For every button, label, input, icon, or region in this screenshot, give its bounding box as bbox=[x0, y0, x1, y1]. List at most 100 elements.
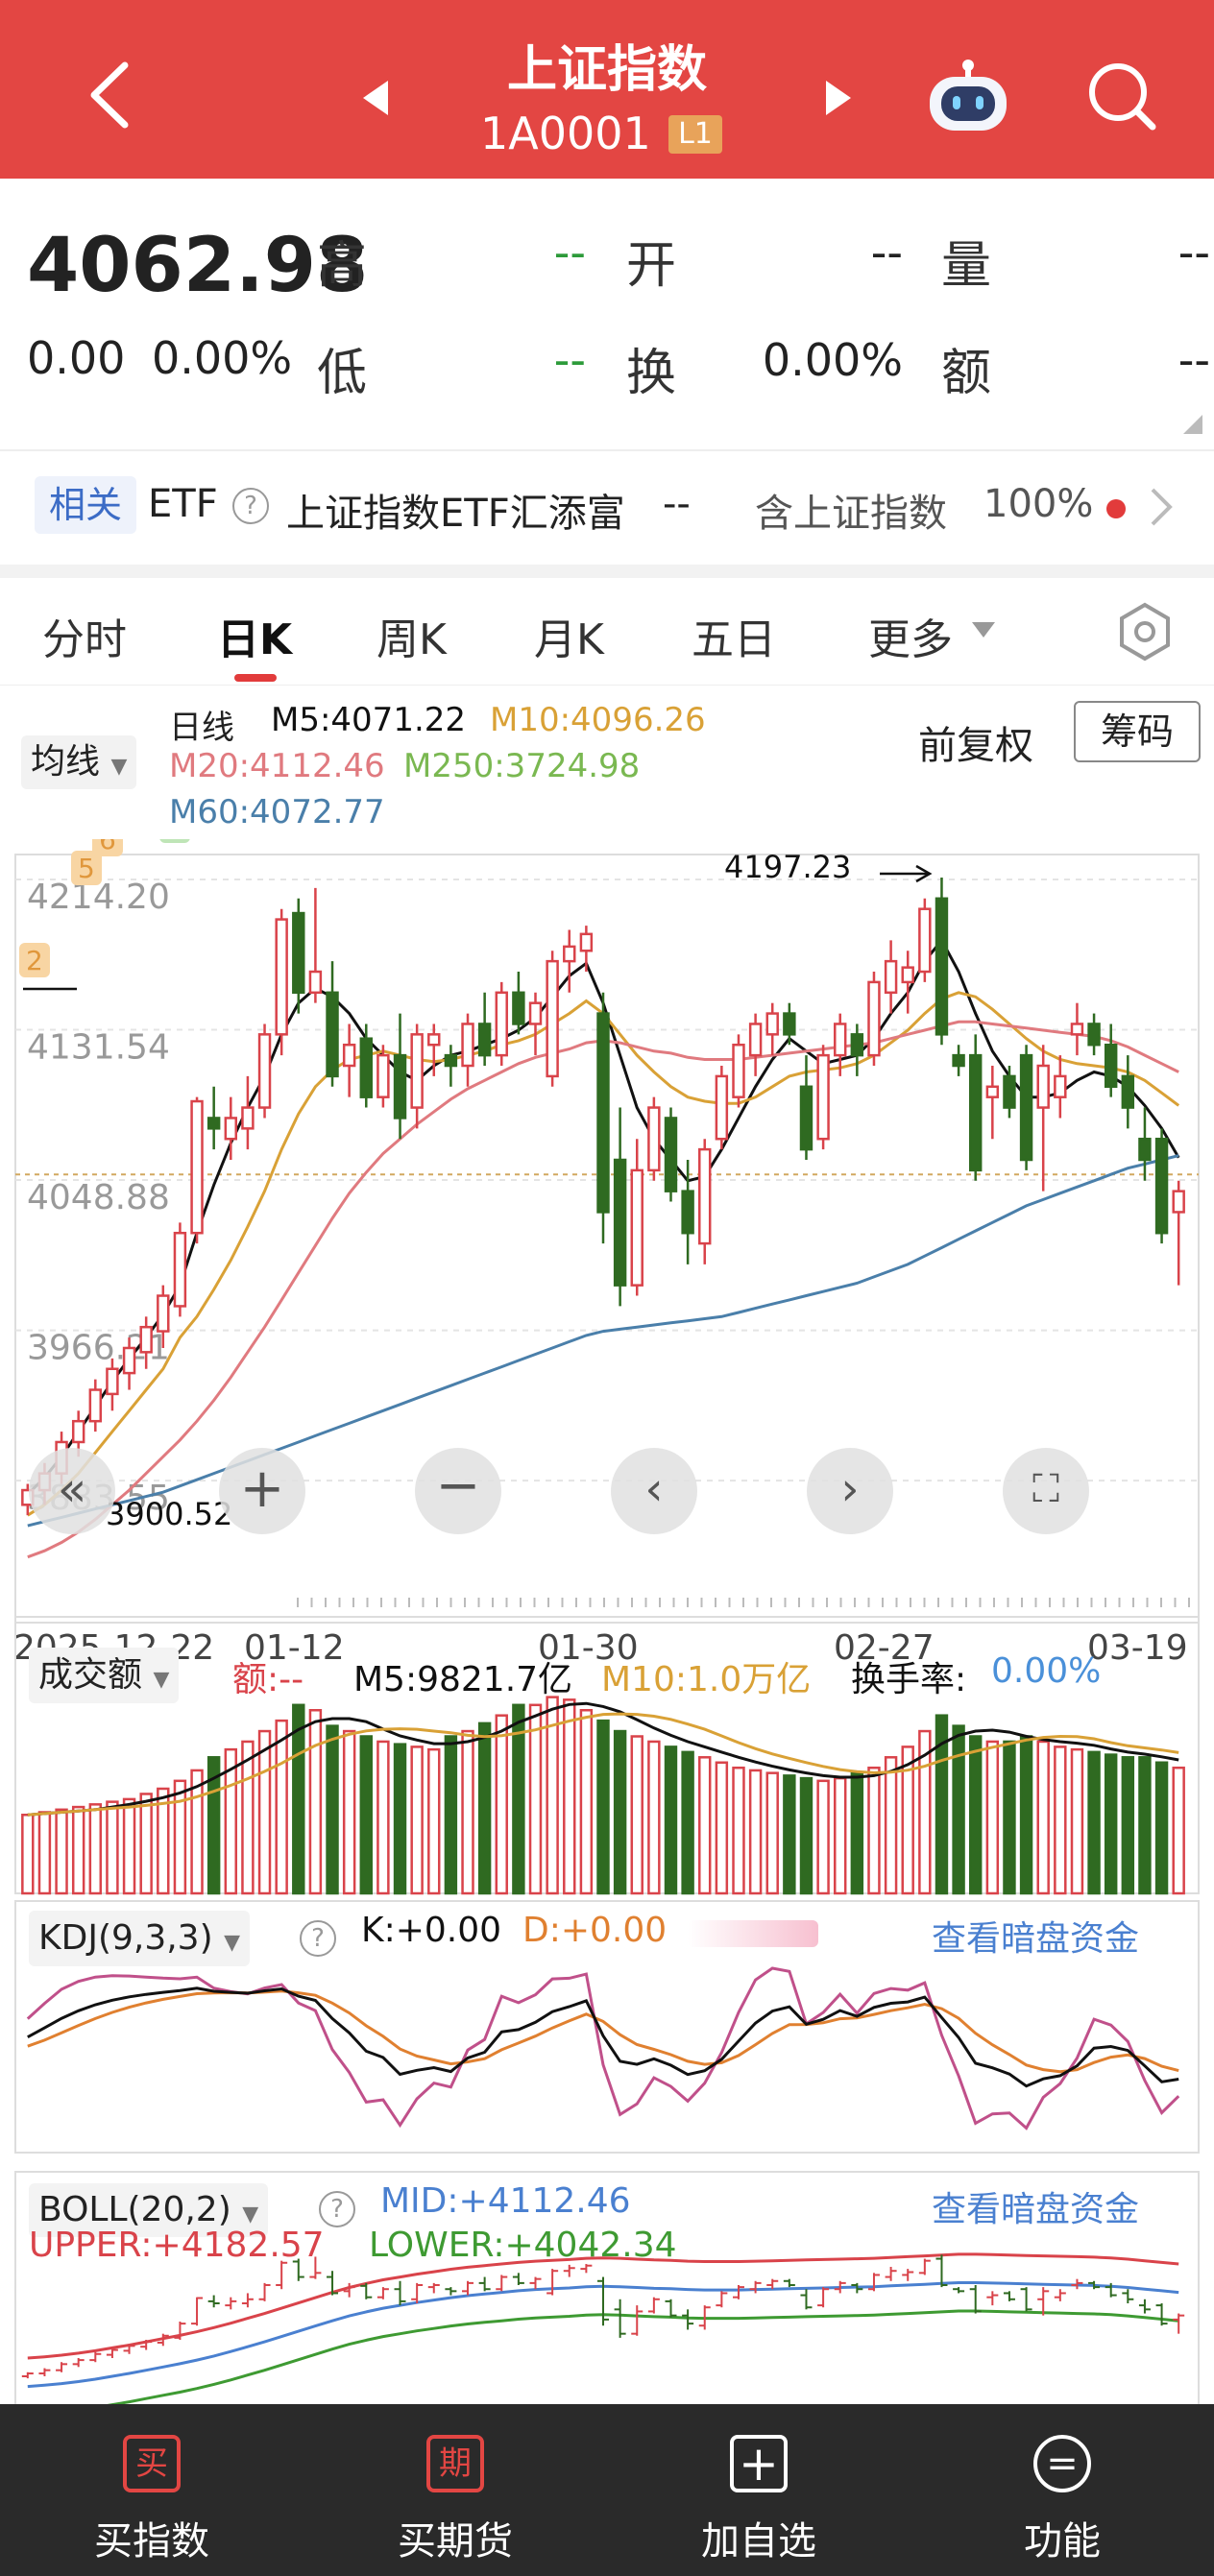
buy-futures-icon: 期 bbox=[426, 2435, 484, 2492]
buy-futures-label: 买期货 bbox=[398, 2519, 513, 2564]
high-label: 高 bbox=[317, 237, 368, 295]
price-change-pct: 0.00% bbox=[152, 332, 293, 384]
td-sequence-label: 6 bbox=[99, 839, 116, 855]
kdj-j-value-blurred bbox=[688, 1920, 818, 1947]
candle-body bbox=[850, 1033, 864, 1057]
scroll-left-button[interactable]: ‹ bbox=[611, 1448, 697, 1534]
candle-body bbox=[359, 1037, 373, 1098]
tab-monthly-k[interactable]: 月K bbox=[534, 605, 604, 666]
buy-index-label: 买指数 bbox=[94, 2519, 209, 2564]
volume-bar bbox=[1104, 1753, 1118, 1895]
volume-bar bbox=[563, 1698, 576, 1895]
expand-corner-icon[interactable] bbox=[1183, 415, 1202, 434]
tab-more[interactable]: 更多 bbox=[868, 605, 953, 666]
tab-intraday[interactable]: 分时 bbox=[42, 605, 127, 666]
volume-bar bbox=[1172, 1766, 1185, 1895]
status-dot bbox=[1106, 499, 1126, 518]
candle-body bbox=[1070, 1023, 1084, 1036]
tab-five-day[interactable]: 五日 bbox=[692, 605, 776, 666]
td-sequence-label: 9 bbox=[166, 839, 183, 842]
volume-bar bbox=[88, 1803, 103, 1895]
volume-selector[interactable]: 成交额 ▼ bbox=[29, 1648, 180, 1703]
help-icon[interactable]: ? bbox=[232, 488, 269, 524]
tab-daily-k[interactable]: 日K bbox=[217, 605, 292, 666]
fullscreen-button[interactable]: ⛶ bbox=[1003, 1448, 1089, 1534]
candle-body bbox=[106, 1367, 119, 1396]
next-stock-icon[interactable] bbox=[824, 79, 853, 117]
td-sequence-label: 5 bbox=[78, 853, 95, 884]
candle-body bbox=[884, 959, 898, 995]
level-badge: L1 bbox=[668, 115, 722, 154]
zoom-out-button[interactable]: − bbox=[415, 1448, 501, 1534]
candle-body bbox=[495, 991, 508, 1057]
search-icon[interactable] bbox=[1085, 60, 1158, 132]
candle-body bbox=[1087, 1023, 1101, 1047]
candle-body bbox=[190, 1099, 204, 1235]
candle-body bbox=[579, 932, 594, 952]
volume-bar bbox=[122, 1797, 136, 1895]
volume-bar bbox=[257, 1729, 272, 1895]
rewind-button[interactable]: « bbox=[29, 1448, 115, 1534]
back-icon[interactable] bbox=[85, 60, 133, 131]
functions-button[interactable]: = 功能 bbox=[910, 2404, 1214, 2576]
volume-bar bbox=[444, 1735, 458, 1895]
kdj-help-icon[interactable]: ? bbox=[300, 1920, 336, 1957]
candle-body bbox=[376, 1053, 390, 1098]
buy-index-button[interactable]: 买 买指数 bbox=[0, 2404, 304, 2576]
volume-bar bbox=[579, 1709, 594, 1895]
boll-help-icon[interactable]: ? bbox=[319, 2191, 355, 2227]
chevron-right-icon[interactable] bbox=[1149, 486, 1174, 528]
candle-body bbox=[834, 1023, 847, 1057]
volume-bar bbox=[748, 1769, 763, 1895]
kdj-k-value: K:+0.00 bbox=[361, 1911, 502, 1950]
volume-label: 量 bbox=[941, 237, 992, 295]
volume-bar bbox=[867, 1766, 881, 1895]
ma5-value: M5:4071.22 bbox=[271, 701, 467, 739]
candle-body bbox=[444, 1053, 458, 1068]
etf-name[interactable]: 上证指数ETF汇添富 bbox=[286, 482, 625, 538]
tab-weekly-k[interactable]: 周K bbox=[376, 605, 447, 666]
robot-assistant-icon[interactable] bbox=[924, 58, 1012, 134]
related-etf-bar[interactable]: 相关 ETF ? 上证指数ETF汇添富 -- 含上证指数 100% bbox=[0, 451, 1214, 565]
volume-bar bbox=[1070, 1747, 1084, 1895]
kdj-dark-pool-link[interactable]: 查看暗盘资金 bbox=[932, 1911, 1139, 1961]
candle-body bbox=[918, 907, 932, 974]
volume-bar bbox=[834, 1776, 847, 1895]
volume-bar bbox=[850, 1771, 864, 1895]
settings-icon[interactable] bbox=[1114, 601, 1176, 662]
kdj-selector-label: KDJ(9,3,3) bbox=[38, 1918, 213, 1958]
chip-button[interactable]: 筹码 bbox=[1074, 701, 1201, 762]
buy-futures-button[interactable]: 期 买期货 bbox=[304, 2404, 607, 2576]
candle-body bbox=[867, 980, 881, 1057]
volume-bar bbox=[985, 1740, 1000, 1895]
volume-bar bbox=[952, 1724, 965, 1895]
candle-body bbox=[461, 1023, 474, 1068]
add-watchlist-icon: + bbox=[730, 2435, 788, 2492]
volume-value: -- bbox=[1178, 227, 1210, 278]
turnover-value: 0.00% bbox=[762, 334, 903, 386]
candle-body bbox=[1172, 1190, 1185, 1214]
adjust-mode[interactable]: 前复权 bbox=[918, 714, 1033, 770]
ma-selector[interactable]: 均线 ▼ bbox=[21, 735, 137, 789]
kdj-selector[interactable]: KDJ(9,3,3) ▼ bbox=[29, 1911, 251, 1966]
volume-bar bbox=[461, 1729, 474, 1895]
chart-canvas[interactable]: 4214.204131.544048.883966.213883.5525678… bbox=[0, 839, 1214, 2404]
candle-body bbox=[613, 1158, 627, 1287]
candle-body bbox=[563, 945, 576, 963]
ma250-value: M250:3724.98 bbox=[403, 747, 641, 785]
candle-body bbox=[224, 1117, 238, 1141]
zoom-in-button[interactable]: + bbox=[219, 1448, 305, 1534]
caret-down-icon bbox=[972, 622, 995, 638]
candle-body bbox=[732, 1043, 745, 1098]
add-watchlist-button[interactable]: + 加自选 bbox=[607, 2404, 910, 2576]
volume-bar bbox=[1054, 1745, 1067, 1895]
volume-bar bbox=[799, 1776, 813, 1895]
candle-body bbox=[1036, 1064, 1050, 1109]
volume-bar bbox=[393, 1743, 407, 1895]
scroll-right-button[interactable]: › bbox=[807, 1448, 893, 1534]
candle-body bbox=[1104, 1043, 1118, 1089]
candle-body bbox=[630, 1168, 643, 1287]
prev-stock-icon[interactable] bbox=[361, 79, 390, 117]
boll-mid-value: MID:+4112.46 bbox=[380, 2181, 631, 2221]
boll-dark-pool-link[interactable]: 查看暗盘资金 bbox=[932, 2181, 1139, 2231]
